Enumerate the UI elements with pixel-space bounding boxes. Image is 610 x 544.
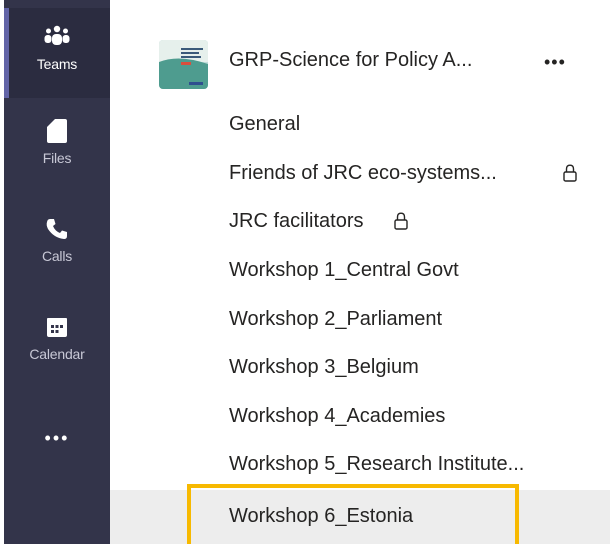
channel-item[interactable]: Friends of JRC eco-systems...	[110, 150, 610, 199]
channel-label: Workshop 1_Central Govt	[229, 259, 459, 281]
rail-item-calendar[interactable]: Calendar	[4, 314, 110, 404]
files-icon	[44, 118, 70, 144]
team-name[interactable]: GRP-Science for Policy A...	[229, 49, 472, 72]
highlight-annotation-box	[187, 484, 519, 544]
more-apps-icon: •••	[44, 428, 70, 448]
channel-label: Friends of JRC eco-systems...	[229, 162, 497, 184]
team-more-options-button[interactable]: •••	[544, 50, 584, 74]
channel-item[interactable]: Workshop 1_Central Govt	[110, 247, 610, 296]
rail-label-teams: Teams	[36, 56, 78, 72]
channel-label: Workshop 5_Research Institute...	[229, 453, 525, 475]
channel-item[interactable]: General	[110, 101, 610, 150]
rail-label-calendar: Calendar	[29, 346, 85, 362]
rail-label-calls: Calls	[41, 248, 73, 264]
teams-icon	[44, 24, 70, 50]
channel-label: General	[229, 113, 301, 135]
channel-label: Workshop 2_Parliament	[229, 308, 443, 330]
lock-icon	[394, 212, 408, 230]
rail-label-files: Files	[42, 150, 72, 166]
team-avatar[interactable]	[159, 40, 208, 89]
channel-item[interactable]: Workshop 5_Research Institute...	[110, 441, 610, 490]
rail-item-calls[interactable]: Calls	[4, 216, 110, 306]
rail-item-files[interactable]: Files	[4, 118, 110, 208]
channel-label: Workshop 3_Belgium	[229, 356, 419, 378]
rail-more-apps-button[interactable]: •••	[4, 428, 110, 458]
calendar-icon	[44, 314, 70, 340]
lock-icon	[563, 164, 577, 182]
channel-label: Workshop 4_Academies	[229, 405, 446, 427]
channel-item[interactable]: JRC facilitators	[110, 198, 610, 247]
channel-item[interactable]: Workshop 4_Academies	[110, 393, 610, 442]
channel-label: JRC facilitators	[229, 210, 364, 232]
teams-app: Teams Files Calls Calendar ••• GRP-Scien…	[0, 0, 610, 544]
calls-icon	[44, 216, 70, 242]
channel-item[interactable]: Workshop 3_Belgium	[110, 344, 610, 393]
rail-item-teams[interactable]: Teams	[4, 24, 110, 114]
channel-item[interactable]: Workshop 2_Parliament	[110, 296, 610, 345]
